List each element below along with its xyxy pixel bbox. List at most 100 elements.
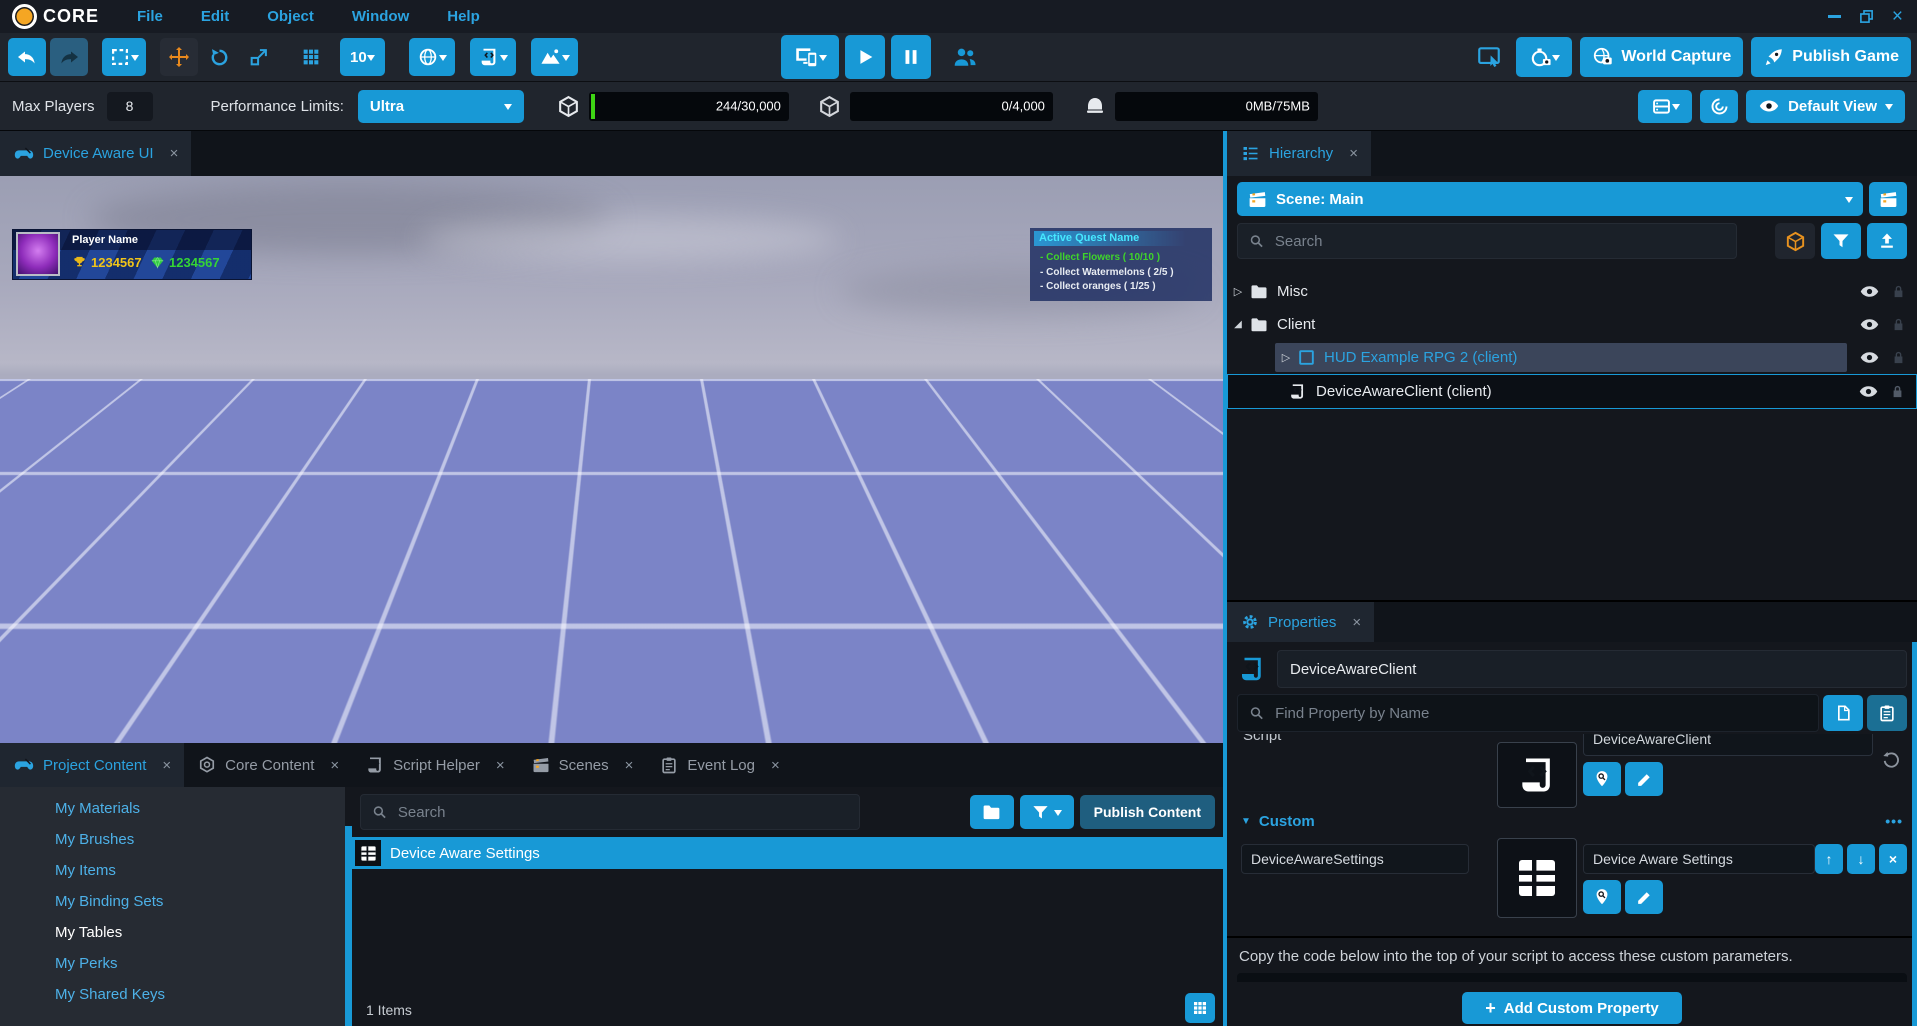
custom-asset-field[interactable]: Device Aware Settings — [1583, 844, 1815, 874]
sidebar-item-my-materials[interactable]: My Materials — [0, 793, 345, 824]
close-icon[interactable]: × — [162, 757, 171, 774]
properties-scrollbar[interactable] — [1912, 642, 1917, 1026]
inventory-button[interactable]: 3 INVENTORY — [958, 721, 1006, 743]
journal-button[interactable]: JOURNAL — [1111, 721, 1159, 743]
tree-row-misc[interactable]: ▷ Misc — [1227, 275, 1917, 308]
hierarchy-search[interactable] — [1237, 223, 1737, 259]
new-folder-button[interactable] — [970, 795, 1014, 829]
sidebar-item-my-perks[interactable]: My Perks — [0, 948, 345, 979]
eye-icon[interactable] — [1858, 381, 1879, 402]
close-icon[interactable]: × — [170, 145, 179, 162]
custom-property-name-field[interactable]: DeviceAwareSettings — [1241, 844, 1469, 874]
template-filter-button[interactable] — [1775, 223, 1815, 259]
local-server-dropdown[interactable] — [1638, 90, 1692, 123]
content-filter-dropdown[interactable] — [1020, 795, 1074, 829]
eye-icon[interactable] — [1859, 281, 1880, 302]
collapse-all-button[interactable] — [1867, 223, 1907, 259]
sidebar-item-my-tables[interactable]: My Tables — [0, 917, 345, 948]
multiplayer-preview-icon[interactable] — [951, 43, 979, 71]
move-up-button[interactable]: ↑ — [1815, 844, 1843, 874]
ability-slot-5[interactable]: 0.55 — [720, 722, 768, 743]
tab-hierarchy[interactable]: Hierarchy × — [1227, 131, 1371, 176]
pause-button[interactable] — [891, 35, 931, 79]
lock-icon[interactable] — [1889, 383, 1906, 400]
custom-asset-thumbnail[interactable] — [1497, 838, 1577, 918]
object-name-input[interactable] — [1288, 660, 1896, 679]
restore-icon[interactable] — [1859, 9, 1874, 24]
expander-icon[interactable]: ▷ — [1275, 351, 1297, 364]
section-expander-icon[interactable]: ▼ — [1241, 816, 1251, 827]
tab-device-aware-ui[interactable]: Device Aware UI × — [0, 131, 191, 176]
move-tool-button[interactable] — [160, 38, 198, 76]
tree-row-client[interactable]: ◢ Client — [1227, 308, 1917, 341]
close-icon[interactable]: × — [1892, 10, 1903, 24]
edit-asset-button[interactable] — [1625, 880, 1663, 914]
menu-window[interactable]: Window — [352, 8, 409, 25]
publish-game-button[interactable]: Publish Game — [1751, 37, 1911, 77]
find-asset-button[interactable] — [1583, 880, 1621, 914]
capture-timer-dropdown[interactable] — [1516, 37, 1572, 77]
content-item-row[interactable]: Device Aware Settings — [352, 837, 1223, 869]
tab-script-helper[interactable]: Script Helper × — [352, 743, 517, 787]
scale-tool-button[interactable] — [240, 38, 278, 76]
edit-script-button[interactable] — [1625, 762, 1663, 796]
property-search-input[interactable] — [1273, 704, 1808, 723]
tab-event-log[interactable]: Event Log × — [646, 743, 792, 787]
menu-file[interactable]: File — [137, 8, 163, 25]
device-preview-dropdown[interactable] — [781, 35, 839, 79]
expander-icon[interactable]: ▷ — [1227, 285, 1249, 298]
performance-limits-dropdown[interactable]: Ultra — [358, 90, 524, 123]
script-dropdown[interactable] — [470, 38, 516, 76]
copy-properties-button[interactable] — [1823, 695, 1863, 731]
scene-manager-button[interactable] — [1869, 182, 1907, 216]
play-button[interactable] — [845, 35, 885, 79]
menu-help[interactable]: Help — [447, 8, 480, 25]
ability-slot-1[interactable]: 0.51 — [452, 722, 500, 743]
tree-row-deviceawareclient[interactable]: DeviceAwareClient (client) — [1227, 374, 1917, 409]
expander-icon[interactable]: ◢ — [1227, 319, 1249, 330]
add-custom-property-button[interactable]: + Add Custom Property — [1462, 992, 1682, 1024]
property-search[interactable] — [1237, 694, 1819, 732]
paste-properties-button[interactable] — [1867, 695, 1907, 731]
delete-property-button[interactable]: × — [1879, 844, 1907, 874]
default-view-dropdown[interactable]: Default View — [1746, 90, 1905, 123]
move-down-button[interactable]: ↓ — [1847, 844, 1875, 874]
lock-icon[interactable] — [1890, 316, 1907, 333]
screen-capture-icon[interactable] — [1476, 44, 1502, 70]
shop-button[interactable]: SHOP — [1009, 721, 1057, 743]
max-players-field[interactable]: 8 — [107, 92, 153, 121]
eye-icon[interactable] — [1859, 347, 1880, 368]
section-menu-icon[interactable]: ••• — [1885, 813, 1903, 829]
menu-edit[interactable]: Edit — [201, 8, 229, 25]
tab-project-content[interactable]: Project Content × — [0, 743, 184, 787]
tab-core-content[interactable]: Core Content × — [184, 743, 352, 787]
map-button[interactable]: MAP — [1060, 721, 1108, 743]
tree-row-highlight[interactable]: ▷ HUD Example RPG 2 (client) — [1275, 343, 1847, 372]
lock-icon[interactable] — [1890, 349, 1907, 366]
close-icon[interactable]: × — [1352, 614, 1361, 631]
ability-slot-4[interactable]: 0.54 — [653, 722, 701, 743]
tab-scenes[interactable]: Scenes × — [518, 743, 647, 787]
script-value-field[interactable]: DeviceAwareClient — [1583, 734, 1873, 756]
hierarchy-search-input[interactable] — [1273, 232, 1726, 251]
ability-slot-2[interactable]: 0.52 — [519, 722, 567, 743]
eye-icon[interactable] — [1859, 314, 1880, 335]
content-search[interactable] — [360, 794, 860, 830]
sidebar-item-my-shared-keys[interactable]: My Shared Keys — [0, 979, 345, 1010]
content-search-input[interactable] — [396, 803, 849, 822]
stats-button[interactable]: STATS — [1162, 721, 1210, 743]
grid-snap-button[interactable] — [292, 38, 330, 76]
filter-button[interactable] — [1821, 223, 1861, 259]
ability-slot-3[interactable]: 0.53 — [586, 722, 634, 743]
close-icon[interactable]: × — [771, 757, 780, 774]
script-asset-thumbnail[interactable] — [1497, 742, 1577, 808]
help-button[interactable] — [1700, 90, 1738, 123]
tree-row-hud-example[interactable]: ▷ HUD Example RPG 2 (client) — [1227, 341, 1917, 374]
selection-mode-dropdown[interactable] — [102, 38, 146, 76]
close-icon[interactable]: × — [625, 757, 634, 774]
rotate-tool-button[interactable] — [200, 38, 238, 76]
sidebar-scrollbar[interactable] — [345, 826, 352, 1026]
find-asset-button[interactable] — [1583, 762, 1621, 796]
custom-section-header[interactable]: ▼ Custom ••• — [1227, 808, 1917, 834]
close-icon[interactable]: × — [496, 757, 505, 774]
